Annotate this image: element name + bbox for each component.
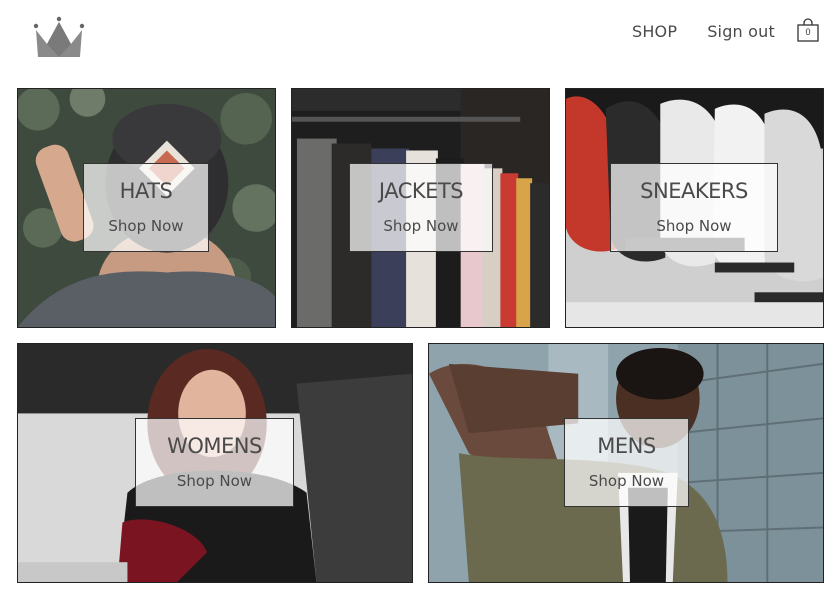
- directory-item-sneakers[interactable]: SNEAKERS Shop Now: [565, 88, 824, 328]
- jackets-title: JACKETS: [378, 179, 464, 203]
- directory-item-hats[interactable]: HATS Shop Now: [17, 88, 276, 328]
- womens-shop-now[interactable]: Shop Now: [177, 474, 252, 489]
- nav-shop-link[interactable]: SHOP: [632, 22, 677, 41]
- jackets-shop-now[interactable]: Shop Now: [383, 219, 458, 234]
- sneakers-menu-overlay: SNEAKERS Shop Now: [610, 163, 778, 252]
- hats-menu-overlay: HATS Shop Now: [83, 163, 209, 252]
- hats-title: HATS: [119, 179, 173, 203]
- main-nav: SHOP Sign out 0: [632, 18, 821, 44]
- directory-item-womens[interactable]: WOMENS Shop Now: [17, 343, 413, 583]
- mens-title: MENS: [597, 434, 656, 458]
- jackets-menu-overlay: JACKETS Shop Now: [349, 163, 493, 252]
- directory-item-mens[interactable]: MENS Shop Now: [428, 343, 824, 583]
- cart-item-count: 0: [805, 27, 811, 37]
- shopping-bag-icon[interactable]: 0: [797, 18, 821, 44]
- directory-item-jackets[interactable]: JACKETS Shop Now: [291, 88, 550, 328]
- mens-shop-now[interactable]: Shop Now: [589, 474, 664, 489]
- nav-signout-link[interactable]: Sign out: [707, 22, 775, 41]
- womens-title: WOMENS: [167, 434, 262, 458]
- sneakers-title: SNEAKERS: [640, 179, 748, 203]
- hats-shop-now[interactable]: Shop Now: [108, 219, 183, 234]
- sneakers-shop-now[interactable]: Shop Now: [656, 219, 731, 234]
- womens-menu-overlay: WOMENS Shop Now: [135, 418, 294, 507]
- mens-menu-overlay: MENS Shop Now: [564, 418, 689, 507]
- header: SHOP Sign out 0: [0, 0, 831, 70]
- crown-icon[interactable]: [32, 16, 86, 60]
